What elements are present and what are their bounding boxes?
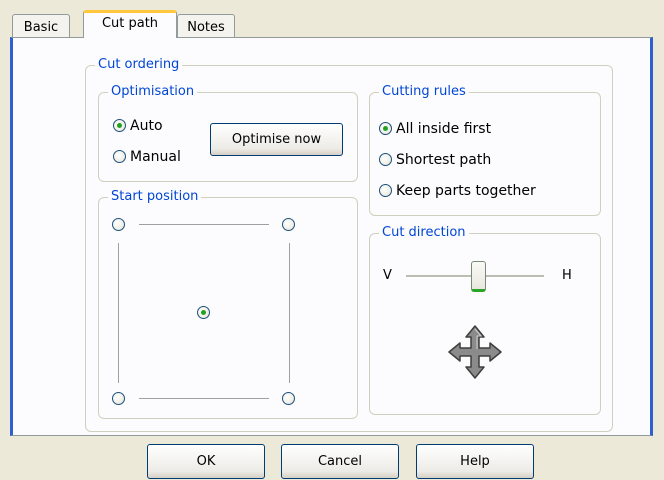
start-bottom-left-radio[interactable] [112,392,125,405]
tab-basic[interactable]: Basic [12,14,70,38]
radio-manual[interactable] [113,150,126,163]
radio-auto[interactable] [113,119,126,132]
cut-ordering-legend: Cut ordering [95,57,183,73]
radio-shortest-path[interactable] [379,153,392,166]
tab-notes[interactable]: Notes [177,14,235,38]
radio-all-inside-first-label[interactable]: All inside first [396,121,491,137]
tab-notes-label: Notes [187,20,225,35]
cut-direction-group [369,233,601,415]
slider-left-label: V [383,268,392,283]
cancel-button[interactable]: Cancel [281,444,399,479]
ok-button[interactable]: OK [147,444,265,479]
start-bottom-right-radio[interactable] [282,392,295,405]
start-position-legend: Start position [108,189,202,205]
radio-keep-parts-together[interactable] [379,184,392,197]
cancel-label: Cancel [317,454,363,469]
cutting-rules-legend: Cutting rules [379,84,469,100]
cut-direction-legend: Cut direction [379,225,469,241]
ok-label: OK [196,454,216,469]
tab-panel: Cut ordering Optimisation Auto Manual Op… [10,37,653,436]
start-position-group [98,197,358,419]
radio-shortest-path-label[interactable]: Shortest path [396,152,491,168]
move-arrows-icon [448,325,502,379]
optimise-now-button[interactable]: Optimise now [210,123,343,156]
radio-manual-label[interactable]: Manual [130,149,181,165]
tab-cut-path-label: Cut path [101,16,159,31]
optimisation-legend: Optimisation [108,84,198,100]
tab-cut-path[interactable]: Cut path [83,10,177,38]
start-frame-right-line [289,243,290,383]
start-top-right-radio[interactable] [282,218,295,231]
radio-keep-parts-together-label[interactable]: Keep parts together [396,183,536,199]
start-top-left-radio[interactable] [112,218,125,231]
slider-thumb[interactable] [471,261,486,292]
help-label: Help [460,454,490,469]
start-frame-top-line [139,224,269,225]
start-frame-left-line [118,243,119,383]
start-frame-bottom-line [139,398,269,399]
radio-auto-label[interactable]: Auto [130,118,163,134]
help-button[interactable]: Help [416,444,534,479]
start-center-radio[interactable] [197,306,210,319]
radio-all-inside-first[interactable] [379,122,392,135]
tab-basic-label: Basic [23,20,59,35]
optimise-now-label: Optimise now [231,132,322,147]
slider-right-label: H [562,268,572,283]
